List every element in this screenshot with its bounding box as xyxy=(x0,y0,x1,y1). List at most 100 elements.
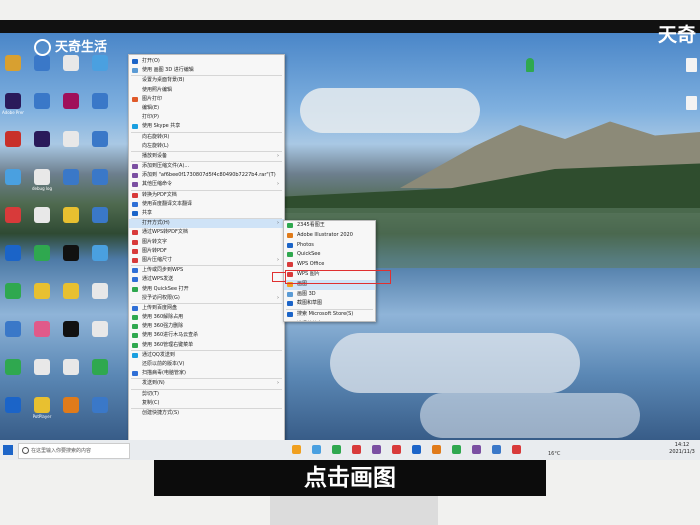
context-menu-item[interactable]: 图片压缩尺寸 › xyxy=(129,256,284,265)
context-menu-item[interactable]: 共享 xyxy=(129,209,284,218)
context-menu-item[interactable]: 向右旋转(R) xyxy=(129,133,284,142)
context-menu-item[interactable]: 转换为PDF文档 xyxy=(129,191,284,200)
context-menu-item[interactable]: 使用 360解除占用 xyxy=(129,313,284,322)
context-menu-item[interactable]: 图片转文字 xyxy=(129,238,284,247)
desktop-icon[interactable]: PotPlayer xyxy=(31,397,53,419)
context-menu-item[interactable]: 向左旋转(L) xyxy=(129,142,284,151)
taskbar-app-icon[interactable] xyxy=(332,445,341,454)
desktop-icon[interactable] xyxy=(60,169,82,186)
desktop-icon[interactable] xyxy=(60,359,82,376)
context-menu-item[interactable]: 其他压缩命令 › xyxy=(129,180,284,189)
desktop-icon[interactable] xyxy=(2,131,24,148)
context-menu-item[interactable]: 扫描病毒(电脑管家) xyxy=(129,369,284,378)
desktop-icon[interactable]: debug log xyxy=(31,169,53,191)
desktop-icon[interactable] xyxy=(31,321,53,338)
context-menu-item[interactable]: 发送到(N) › xyxy=(129,379,284,388)
desktop-icon[interactable] xyxy=(2,397,24,414)
taskbar-app-icon[interactable] xyxy=(292,445,301,454)
taskbar-app-icon[interactable] xyxy=(452,445,461,454)
context-menu-item[interactable]: 图片转PDF xyxy=(129,247,284,256)
desktop-icon[interactable] xyxy=(89,359,111,376)
context-menu-item[interactable]: 使用百度翻译文本翻译 xyxy=(129,200,284,209)
context-menu-item[interactable]: 打印(P) xyxy=(129,113,284,122)
desktop-icon[interactable] xyxy=(2,321,24,338)
desktop-icon[interactable] xyxy=(2,169,24,186)
desktop-icon[interactable] xyxy=(89,245,111,262)
open-with-item[interactable]: 搜索 Microsoft Store(S) xyxy=(284,310,375,320)
desktop-icon[interactable] xyxy=(89,397,111,414)
context-menu-item[interactable]: 通过WPS发送 xyxy=(129,275,284,284)
context-menu-item[interactable]: 剪切(T) xyxy=(129,390,284,399)
desktop-icon[interactable] xyxy=(89,93,111,110)
desktop-icon[interactable] xyxy=(31,245,53,262)
desktop-file-icon[interactable] xyxy=(686,58,697,72)
taskbar-app-icon[interactable] xyxy=(392,445,401,454)
desktop-file-icon[interactable] xyxy=(686,96,697,110)
desktop-icon[interactable] xyxy=(60,397,82,414)
desktop-icon[interactable] xyxy=(89,283,111,300)
context-menu-item[interactable]: 使用 QuickSee 打开 xyxy=(129,285,284,294)
taskbar-search-box[interactable]: 在这里输入你要搜索的内容 xyxy=(18,443,130,459)
context-menu-item[interactable]: 添加到 "af6bee0f1730807d5f4c80490b7227b4.ra… xyxy=(129,171,284,180)
desktop-icon[interactable] xyxy=(89,321,111,338)
open-with-item[interactable]: Photos xyxy=(284,241,375,251)
open-with-item[interactable]: QuickSee xyxy=(284,250,375,260)
context-menu-item[interactable]: 设置为桌面背景(B) xyxy=(129,76,284,85)
taskbar-app-icon[interactable] xyxy=(432,445,441,454)
tree-icon[interactable] xyxy=(526,58,534,72)
context-menu-item[interactable]: 使用 Skype 共享 xyxy=(129,122,284,131)
desktop-icon[interactable] xyxy=(89,131,111,148)
desktop-icon[interactable] xyxy=(89,207,111,224)
context-menu-item[interactable]: 图片打印 xyxy=(129,95,284,104)
taskbar-app-icon[interactable] xyxy=(372,445,381,454)
desktop-icon[interactable] xyxy=(2,283,24,300)
open-with-item[interactable]: Adobe Illustrator 2020 xyxy=(284,231,375,241)
start-button[interactable] xyxy=(3,445,13,455)
desktop-icon[interactable]: Adobe Premiere xyxy=(2,93,24,115)
context-menu-item[interactable]: 上传到百度网盘 xyxy=(129,304,284,313)
context-menu-item[interactable]: 通过QQ发送到 xyxy=(129,351,284,360)
context-menu-item[interactable]: 通过WPS转PDF文档 xyxy=(129,228,284,237)
open-with-item[interactable]: WPS Office xyxy=(284,260,375,270)
desktop-icon[interactable] xyxy=(60,131,82,148)
context-menu-item[interactable]: 使用 360进行木马云查杀 xyxy=(129,331,284,340)
open-with-item[interactable]: 选择其他应用(C) xyxy=(284,320,375,322)
context-menu-item[interactable]: 复制(C) xyxy=(129,399,284,408)
context-menu-item[interactable]: 播放到设备 › xyxy=(129,152,284,161)
context-menu-item[interactable]: 使用 画图 3D 进行编辑 xyxy=(129,66,284,75)
context-menu-item[interactable]: 打开方式(H) › xyxy=(129,219,284,229)
taskbar-app-icon[interactable] xyxy=(412,445,421,454)
desktop-icon[interactable] xyxy=(2,55,24,72)
desktop-icon[interactable] xyxy=(31,55,53,72)
taskbar-app-icon[interactable] xyxy=(492,445,501,454)
desktop-icon[interactable] xyxy=(60,55,82,72)
context-menu-item[interactable]: 添加到压缩文件(A)... xyxy=(129,162,284,171)
context-menu-item[interactable]: 授予访问权限(G) › xyxy=(129,294,284,303)
desktop-icon[interactable] xyxy=(2,245,24,262)
taskbar-app-icon[interactable] xyxy=(512,445,521,454)
desktop-icon[interactable] xyxy=(31,131,53,148)
desktop-icon[interactable] xyxy=(2,207,24,224)
context-menu-item[interactable]: 使用 360强力删除 xyxy=(129,322,284,331)
desktop-icon[interactable] xyxy=(31,359,53,376)
context-menu-item[interactable]: 上传或同步到WPS xyxy=(129,266,284,275)
open-with-item[interactable]: 2345看图王 xyxy=(284,221,375,231)
desktop-icon[interactable] xyxy=(89,169,111,186)
context-menu-item[interactable]: 创建快捷方式(S) xyxy=(129,409,284,418)
weather-widget[interactable]: 16°C xyxy=(548,440,578,460)
desktop-icon[interactable] xyxy=(2,359,24,376)
desktop-icon[interactable] xyxy=(60,245,82,262)
context-menu-item[interactable]: 编辑(E) xyxy=(129,104,284,113)
taskbar-app-icon[interactable] xyxy=(352,445,361,454)
system-clock[interactable]: 14:12 2021/11/3 xyxy=(665,442,699,458)
desktop-icon[interactable] xyxy=(89,55,111,72)
context-menu-item[interactable]: 使用照片编辑 xyxy=(129,86,284,95)
desktop-icon[interactable] xyxy=(60,207,82,224)
context-menu-item[interactable]: 打开(O) xyxy=(129,57,284,66)
context-menu-item[interactable]: 使用 360管理右键菜单 xyxy=(129,341,284,350)
taskbar-app-icon[interactable] xyxy=(472,445,481,454)
context-menu-item[interactable]: 还原以前的版本(V) xyxy=(129,360,284,369)
desktop-icon[interactable] xyxy=(60,93,82,110)
desktop-icon[interactable] xyxy=(31,93,53,110)
open-with-item[interactable]: 截图和草图 xyxy=(284,299,375,309)
